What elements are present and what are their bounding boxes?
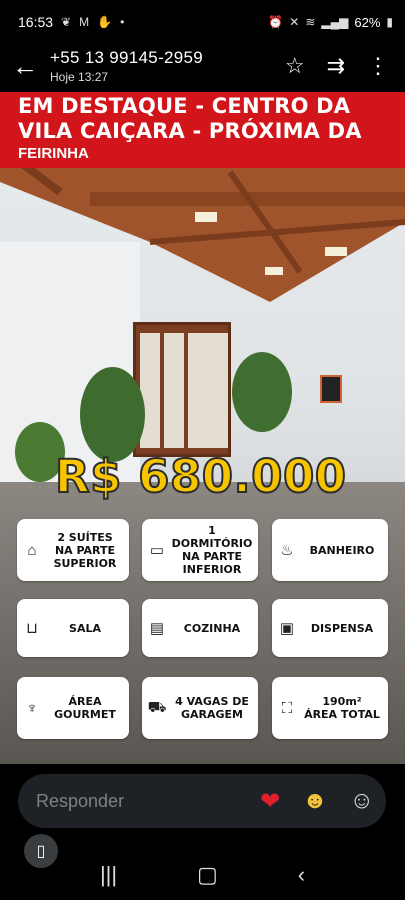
feature-label: DISPENSA xyxy=(310,621,374,635)
dot-icon: • xyxy=(120,15,125,29)
wall-target-decoration xyxy=(320,375,342,403)
system-nav-bar: ▯ ||| ▢ ‹ xyxy=(0,832,405,900)
feature-label: 2 SUÍTES NA PARTE SUPERIOR xyxy=(53,530,117,570)
wifi-icon: ≋ xyxy=(305,15,316,29)
battery-icon: ▮ xyxy=(386,15,393,29)
home-icon[interactable]: ▢ xyxy=(197,862,218,888)
room-photo xyxy=(0,92,405,764)
feature-card-area-total: ⛶ 190m² ÁREA TOTAL xyxy=(272,677,388,739)
star-icon[interactable]: ☆ xyxy=(285,53,305,79)
hand-icon: ✋ xyxy=(97,15,113,29)
sender-info[interactable]: +55 13 99145-2959 Hoje 13:27 xyxy=(50,48,203,84)
sofa-icon: ⊔ xyxy=(26,620,38,637)
feature-card-sala: ⊔ SALA xyxy=(17,599,129,657)
sender-phone: +55 13 99145-2959 xyxy=(50,48,204,67)
shower-icon: ♨ xyxy=(280,542,294,559)
signal-icon: ▂▄▆ xyxy=(321,15,349,29)
status-story[interactable]: EM DESTAQUE - CENTRO DA VILA CAIÇARA - P… xyxy=(0,92,405,764)
feature-label: BANHEIRO xyxy=(309,543,375,557)
headline-banner: EM DESTAQUE - CENTRO DA VILA CAIÇARA - P… xyxy=(0,92,405,168)
battery-level: 62% xyxy=(354,14,381,30)
heart-icon[interactable]: ❤ xyxy=(260,787,280,816)
gmail-icon: M xyxy=(79,15,90,29)
alarm-icon: ⏰ xyxy=(268,15,284,29)
headline-line-2: VILA CAIÇARA - PRÓXIMA DA xyxy=(18,119,362,143)
back-nav-icon[interactable]: ‹ xyxy=(298,862,305,888)
plant-left xyxy=(80,367,145,462)
status-timestamp: Hoje 13:27 xyxy=(50,70,109,84)
mute-icon: ✕ xyxy=(289,15,300,29)
back-arrow-icon[interactable]: ← xyxy=(0,44,50,88)
house-icon: ⌂ xyxy=(27,541,37,559)
status-bar: 16:53 ❦ M ✋ • ⏰ ✕ ≋ ▂▄▆ 62% ▮ xyxy=(0,0,405,44)
feature-card-area-gourmet: ♆ ÁREA GOURMET xyxy=(17,677,129,739)
headline-line-1: EM DESTAQUE - CENTRO DA xyxy=(18,94,351,118)
grill-icon: ♆ xyxy=(26,699,38,717)
leaf-icon: ❦ xyxy=(61,15,72,29)
feature-card-suites: ⌂ 2 SUÍTES NA PARTE SUPERIOR xyxy=(17,519,129,581)
feature-label: COZINHA xyxy=(183,621,241,635)
price: R$ 680.000 xyxy=(54,449,347,504)
headline-line-3: FEIRINHA xyxy=(18,145,89,162)
feature-label: 4 VAGAS DE GARAGEM xyxy=(175,695,249,721)
feature-label: ÁREA GOURMET xyxy=(54,695,116,721)
plant-right xyxy=(232,352,292,432)
reply-bar: Responder ❤ ☻ ☺ xyxy=(18,774,386,828)
more-options-icon[interactable]: ⋮ xyxy=(367,53,389,79)
laugh-emoji-icon[interactable]: ☻ xyxy=(302,787,327,815)
reply-input[interactable]: Responder xyxy=(36,791,260,812)
bed-icon: ▭ xyxy=(149,542,165,559)
area-icon: ⛶ xyxy=(281,699,293,717)
feature-card-cozinha: ▤ COZINHA xyxy=(142,599,258,657)
status-time: 16:53 xyxy=(18,14,54,30)
recent-apps-icon[interactable]: ||| xyxy=(100,862,117,888)
wooden-door xyxy=(133,322,231,457)
stove-icon: ▤ xyxy=(149,620,165,637)
feature-card-garagem: ⛟ 4 VAGAS DE GARAGEM xyxy=(142,677,258,739)
feature-card-dispensa: ▣ DISPENSA xyxy=(272,599,388,657)
car-icon: ⛟ xyxy=(147,698,167,716)
feature-card-dormitorio: ▭ 1 DORMITÓRIO NA PARTE INFERIOR xyxy=(142,519,258,581)
chat-header: ← +55 13 99145-2959 Hoje 13:27 ☆ ⇉ ⋮ xyxy=(0,44,405,88)
feature-label: 190m² ÁREA TOTAL xyxy=(304,695,380,721)
feature-label: SALA xyxy=(69,621,101,635)
add-emoji-icon[interactable]: ☺ xyxy=(349,787,374,815)
feature-label: 1 DORMITÓRIO NA PARTE INFERIOR xyxy=(171,524,253,576)
forward-icon[interactable]: ⇉ xyxy=(327,53,345,79)
feature-card-banheiro: ♨ BANHEIRO xyxy=(272,519,388,581)
cabinet-icon: ▣ xyxy=(279,620,295,637)
